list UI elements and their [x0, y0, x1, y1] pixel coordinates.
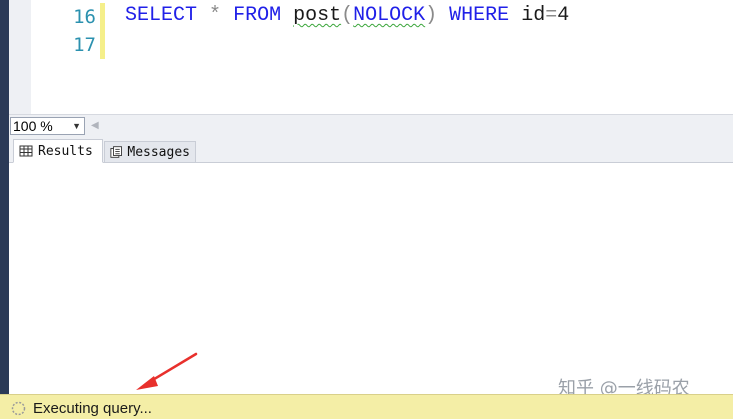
status-text: Executing query...: [33, 400, 152, 417]
sql-keyword: WHERE: [449, 4, 510, 27]
loading-spinner-icon: [11, 401, 26, 416]
code-token: id: [509, 4, 546, 27]
zoom-select[interactable]: 100 % ▼: [10, 117, 85, 135]
tab-messages-label: Messages: [127, 144, 190, 160]
code-token: 4: [557, 4, 570, 27]
results-pane[interactable]: [9, 163, 733, 393]
results-tab-strip: Results Messages: [9, 136, 733, 163]
tab-messages[interactable]: Messages: [104, 141, 196, 163]
sql-operator: =: [545, 4, 558, 27]
zoom-value: 100 %: [13, 118, 53, 134]
sql-operator: (: [341, 4, 354, 27]
sql-operator: ): [425, 4, 438, 27]
tab-results[interactable]: Results: [13, 139, 103, 163]
query-editor[interactable]: 16 17 SELECT * FROM post(NOLOCK) WHERE i…: [9, 0, 733, 114]
line-number: 16: [73, 6, 96, 28]
line-number: 17: [73, 34, 96, 56]
sql-operator: *: [209, 4, 222, 27]
change-indicator: [100, 3, 105, 59]
scroll-left-icon[interactable]: ◀: [91, 118, 99, 134]
code-line[interactable]: SELECT * FROM post(NOLOCK) WHERE id=4: [125, 4, 569, 27]
sql-keyword: FROM: [233, 4, 282, 27]
tab-results-label: Results: [38, 143, 93, 159]
sql-keyword: SELECT: [125, 4, 198, 27]
editor-gutter: [9, 0, 31, 114]
red-arrow-icon: [136, 352, 198, 390]
window-frame-left: [0, 0, 9, 419]
messages-icon: [110, 146, 122, 158]
status-bar: Executing query...: [0, 394, 733, 419]
chevron-down-icon[interactable]: ▼: [72, 118, 81, 134]
line-numbers: 16 17: [31, 0, 96, 114]
sql-keyword: NOLOCK: [353, 4, 426, 27]
zoom-toolbar: 100 % ▼ ◀: [9, 114, 733, 136]
grid-icon: [19, 145, 33, 157]
sql-identifier: post: [293, 4, 342, 27]
